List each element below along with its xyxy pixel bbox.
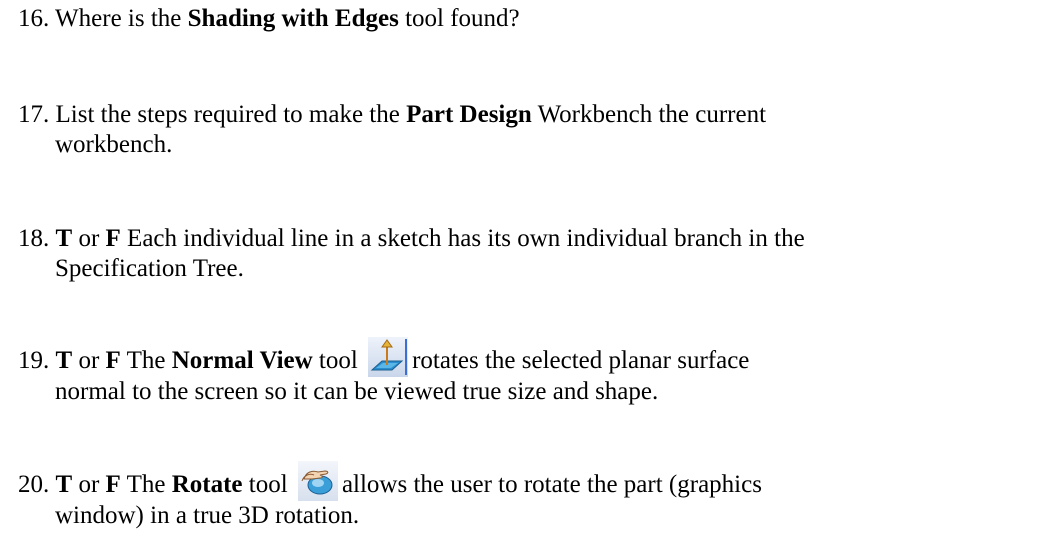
question-line: 20. T or F The Rotate tool allows the us… bbox=[18, 461, 1029, 502]
question-20: 20. T or F The Rotate tool allows the us… bbox=[18, 461, 1029, 531]
true-option: T bbox=[55, 471, 73, 498]
tool-name: Rotate bbox=[171, 471, 243, 498]
question-continuation: workbench. bbox=[55, 131, 173, 158]
question-continuation: normal to the screen so it can be viewed… bbox=[55, 378, 659, 406]
question-line: 17. List the steps required to make the … bbox=[18, 101, 767, 128]
question-17: 17. List the steps required to make the … bbox=[18, 100, 1029, 160]
question-16: 16. Where is the Shading with Edges tool… bbox=[18, 4, 1029, 34]
question-line: 18. T or F Each individual line in a ske… bbox=[18, 225, 805, 252]
question-number: 17. bbox=[18, 101, 50, 128]
normal-view-icon bbox=[368, 337, 409, 378]
question-18: 18. T or F Each individual line in a ske… bbox=[18, 224, 1029, 284]
question-line: 16. Where is the Shading with Edges tool… bbox=[18, 5, 520, 32]
question-continuation: window) in a true 3D rotation. bbox=[55, 502, 360, 530]
question-line: 19. T or F The Normal View tool rotates … bbox=[18, 337, 1029, 378]
workbench-name: Part Design bbox=[406, 101, 532, 128]
rotate-icon bbox=[297, 461, 338, 502]
question-number: 19. bbox=[18, 347, 50, 374]
question-number: 20. bbox=[18, 471, 50, 498]
question-19: 19. T or F The Normal View tool rotates … bbox=[18, 337, 1029, 407]
question-number: 16. bbox=[18, 5, 50, 32]
worksheet-page: 16. Where is the Shading with Edges tool… bbox=[0, 0, 1037, 541]
true-option: T bbox=[55, 225, 73, 252]
tool-name: Shading with Edges bbox=[187, 5, 399, 32]
false-option: F bbox=[105, 225, 121, 252]
false-option: F bbox=[105, 347, 121, 374]
true-option: T bbox=[55, 347, 73, 374]
false-option: F bbox=[105, 471, 121, 498]
tool-name: Normal View bbox=[171, 347, 313, 374]
question-continuation: Specification Tree. bbox=[55, 255, 244, 282]
question-number: 18. bbox=[18, 225, 50, 252]
